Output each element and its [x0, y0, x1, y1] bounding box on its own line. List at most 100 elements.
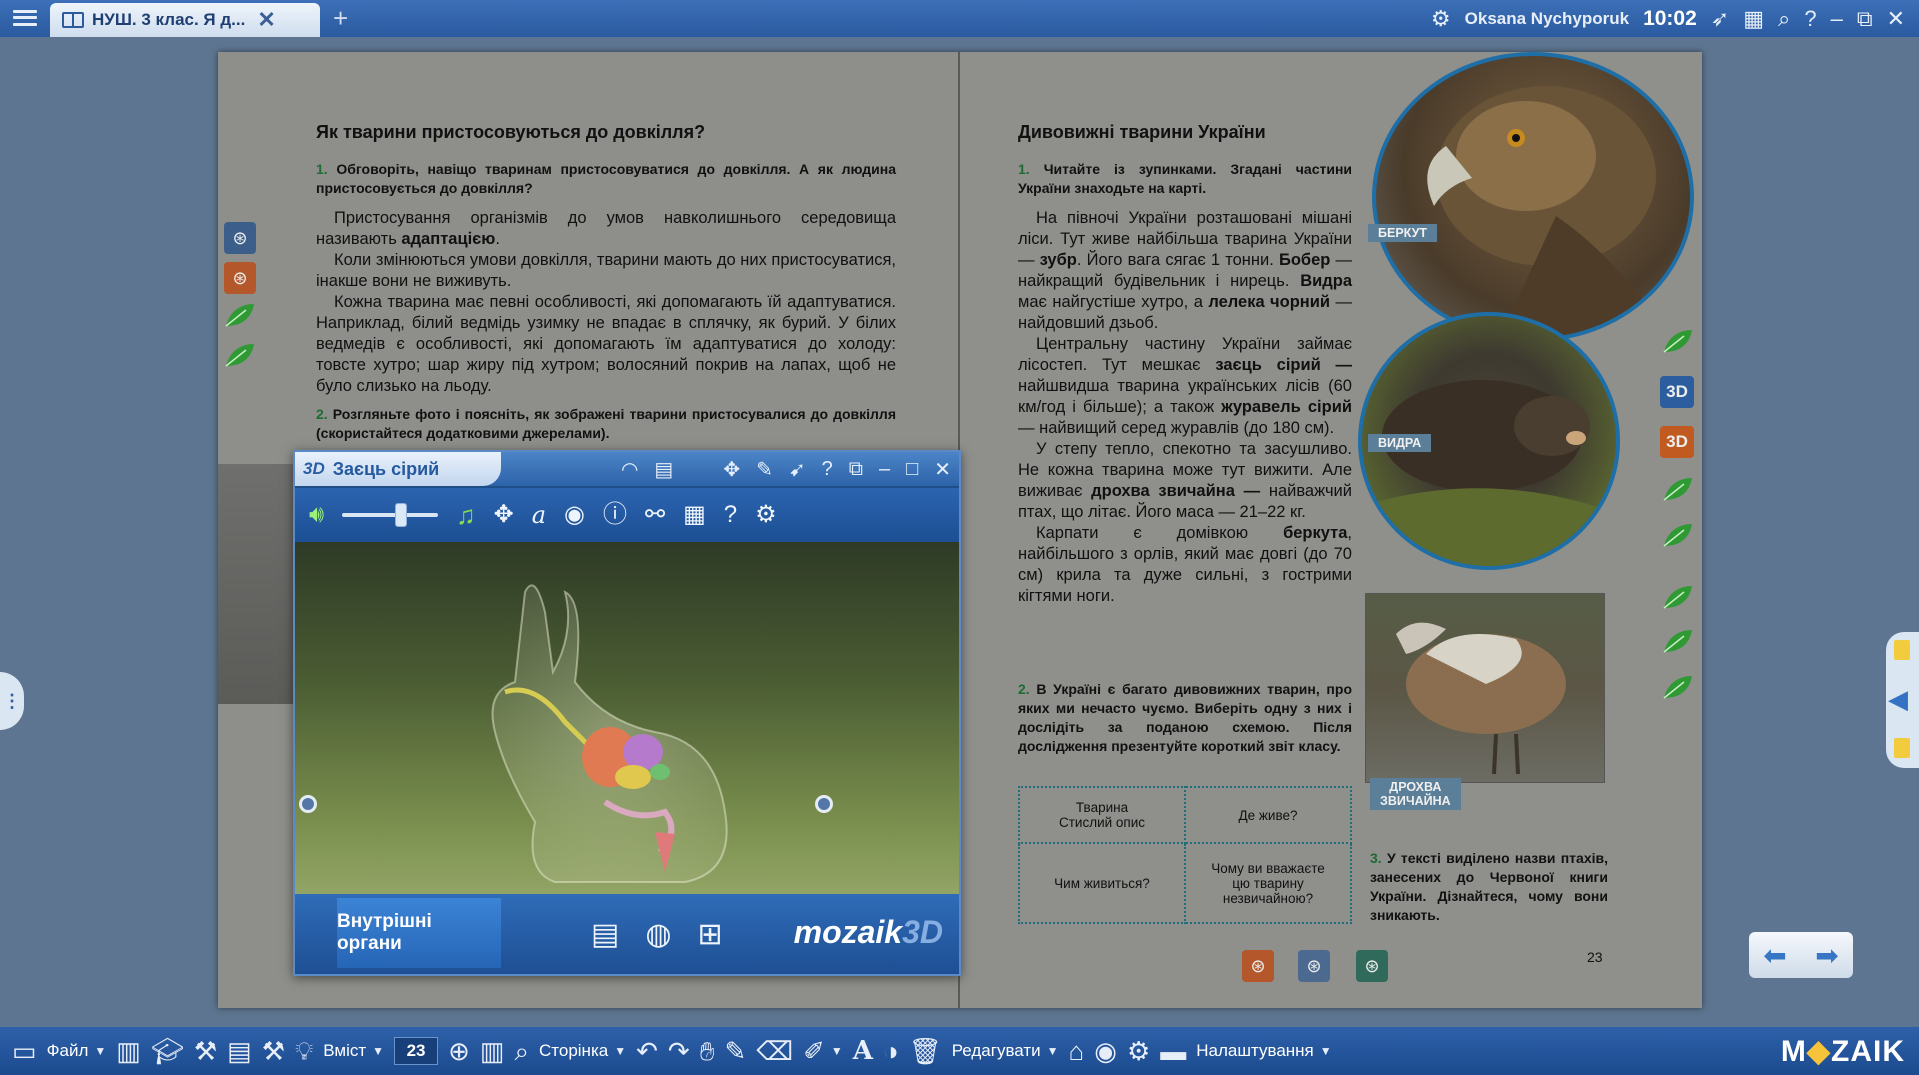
graduation-cap-icon[interactable]: 🎓︎ [151, 1038, 184, 1064]
settings-gear-icon[interactable]: ⚙ [755, 503, 777, 527]
edit-menu[interactable]: Редагувати [952, 1041, 1041, 1061]
minimize-icon[interactable]: – [1831, 7, 1843, 30]
recolor-icon[interactable]: ◑ [883, 1038, 899, 1064]
leaf-link-icon[interactable] [1662, 328, 1694, 354]
audio-resource-icon[interactable]: ⊛ [1298, 950, 1330, 982]
3d-model-icon[interactable]: 3D [1660, 426, 1694, 458]
hand-icon[interactable]: ✋︎ [700, 1038, 715, 1064]
chevron-down-icon[interactable]: ▼ [94, 1044, 106, 1058]
leaf-link-icon[interactable] [1662, 522, 1694, 548]
chevron-down-icon[interactable]: ▼ [372, 1044, 384, 1058]
leaf-link-icon[interactable] [224, 342, 256, 368]
left-panel-handle[interactable]: ⋮ [0, 672, 24, 730]
redo-icon[interactable]: ↷ [668, 1038, 690, 1064]
settings-gear-icon[interactable]: ⚙ [1127, 1038, 1150, 1064]
info-icon[interactable]: ⓘ [603, 503, 627, 527]
two-page-view-icon[interactable]: ▥ [480, 1038, 505, 1064]
collapse-arrow-icon[interactable]: ◀ [1888, 684, 1908, 715]
user-name[interactable]: Oksana Nychyporuk [1465, 9, 1629, 29]
pens-icon[interactable]: ✐ [803, 1038, 825, 1064]
add-page-icon[interactable]: ⊕ [448, 1038, 470, 1064]
main-menu-button[interactable] [10, 6, 40, 30]
hare-3d-model[interactable] [465, 572, 765, 892]
audio-resource-icon[interactable]: ⊛ [224, 222, 256, 254]
3d-scene-window[interactable]: 3D Заєць сірий ◠ ▤ ✥ ✎ ➹ ? ⧉ – □ ✕ 🔊︎ ♫ … [293, 450, 961, 976]
note-icon[interactable] [1894, 640, 1910, 660]
close-icon[interactable]: ✕ [1887, 7, 1905, 30]
video-resource-icon[interactable]: ⊛ [1356, 950, 1388, 982]
grid-icon[interactable]: ▦ [683, 503, 706, 527]
leaf-link-icon[interactable] [224, 302, 256, 328]
wifi-icon[interactable]: ◠ [621, 457, 638, 482]
chevron-down-icon[interactable]: ▼ [831, 1044, 843, 1058]
music-note-icon[interactable]: ♫ [456, 502, 476, 528]
help-icon[interactable]: ? [724, 503, 737, 527]
popout-icon[interactable]: ⧉ [1857, 7, 1873, 30]
leaf-link-icon[interactable] [1662, 584, 1694, 610]
eraser-icon[interactable]: ⌫ [756, 1038, 793, 1064]
leaf-link-icon[interactable] [1662, 674, 1694, 700]
chevron-down-icon[interactable]: ▼ [614, 1044, 626, 1058]
home-check-icon[interactable]: ⌂ [1069, 1038, 1085, 1064]
leaf-link-icon[interactable] [1662, 628, 1694, 654]
popout-icon[interactable]: ⧉ [849, 458, 863, 481]
move-icon[interactable]: ✥ [494, 503, 514, 527]
right-panel-handle[interactable]: ◀ [1886, 632, 1919, 768]
notes-icon[interactable]: ▤ [227, 1038, 252, 1064]
book-view-icon[interactable]: ▭ [12, 1038, 37, 1064]
settings-gear-icon[interactable]: ⚙ [1431, 7, 1451, 30]
help-icon[interactable]: ? [822, 458, 833, 481]
chevron-down-icon[interactable]: ▼ [1320, 1044, 1332, 1058]
hammer-icon[interactable]: ⚒ [262, 1038, 285, 1064]
volume-slider-knob[interactable] [394, 503, 407, 527]
content-menu[interactable]: Вміст [323, 1041, 366, 1061]
tools-icon[interactable]: ⚒ [194, 1038, 217, 1064]
camera-icon[interactable]: ◉ [1094, 1038, 1117, 1064]
label-text-icon[interactable]: a [532, 503, 546, 527]
apps-grid-icon[interactable]: ▦ [1743, 7, 1764, 30]
globe-icon[interactable]: ◍ [645, 917, 671, 952]
bookshelf-icon[interactable]: ▥ [116, 1038, 141, 1064]
keyboard-icon[interactable]: ▤ [654, 457, 673, 482]
volume-slider[interactable] [342, 503, 439, 527]
3d-model-icon[interactable]: 3D [1660, 376, 1694, 408]
leaf-link-icon[interactable] [1662, 476, 1694, 502]
minimize-icon[interactable]: – [879, 458, 890, 481]
speaker-icon[interactable]: 🔊︎ [309, 503, 324, 527]
page-number-input[interactable]: 23 [394, 1037, 439, 1065]
toolbar-position-icon[interactable]: ▬ [1160, 1038, 1186, 1064]
pointer-icon[interactable]: ➹ [789, 457, 806, 482]
prev-page-arrow-icon[interactable]: ⬅ [1763, 939, 1786, 972]
settings-menu[interactable]: Налаштування [1196, 1041, 1314, 1061]
window-title-bar[interactable]: 3D Заєць сірий ◠ ▤ ✥ ✎ ➹ ? ⧉ – □ ✕ [295, 452, 959, 486]
text-tool-icon[interactable]: A [853, 1038, 873, 1064]
zoom-icon[interactable]: ⌕ [514, 1038, 529, 1064]
page-menu[interactable]: Сторінка [539, 1041, 608, 1061]
image-resource-icon[interactable]: ⊛ [1242, 950, 1274, 982]
trash-icon[interactable]: 🗑︎ [909, 1038, 942, 1064]
marker-icon[interactable]: ✎ [725, 1038, 747, 1064]
viewport-handle-right[interactable] [815, 795, 833, 813]
internal-organs-button[interactable]: Внутрішні органи [337, 898, 501, 968]
search-icon[interactable]: ⌕ [1778, 7, 1790, 30]
molecule-icon[interactable]: ✥ [723, 457, 740, 482]
rocket-icon[interactable]: ➶ [1711, 7, 1729, 30]
file-menu[interactable]: Файл [47, 1041, 89, 1061]
link-icon[interactable]: ⚯ [645, 503, 665, 527]
close-icon[interactable]: ✕ [934, 457, 951, 482]
camera-icon[interactable]: ◉ [564, 503, 585, 527]
pencil-icon[interactable]: ✎ [756, 457, 773, 482]
add-scene-icon[interactable]: ⊞ [698, 917, 723, 952]
maximize-icon[interactable]: □ [906, 458, 918, 481]
new-tab-button[interactable]: + [333, 3, 348, 34]
undo-icon[interactable]: ↶ [636, 1038, 658, 1064]
image-resource-icon[interactable]: ⊛ [224, 262, 256, 294]
document-icon[interactable]: ▤ [591, 917, 619, 952]
chevron-down-icon[interactable]: ▼ [1047, 1044, 1059, 1058]
viewport-handle-left[interactable] [299, 795, 317, 813]
lightbulb-icon[interactable]: 💡︎ [295, 1038, 313, 1064]
close-tab-button[interactable]: ✕ [257, 7, 275, 33]
next-page-arrow-icon[interactable]: ➡ [1815, 939, 1838, 972]
3d-viewport[interactable] [295, 542, 959, 894]
clipboard-icon[interactable] [1894, 738, 1910, 758]
